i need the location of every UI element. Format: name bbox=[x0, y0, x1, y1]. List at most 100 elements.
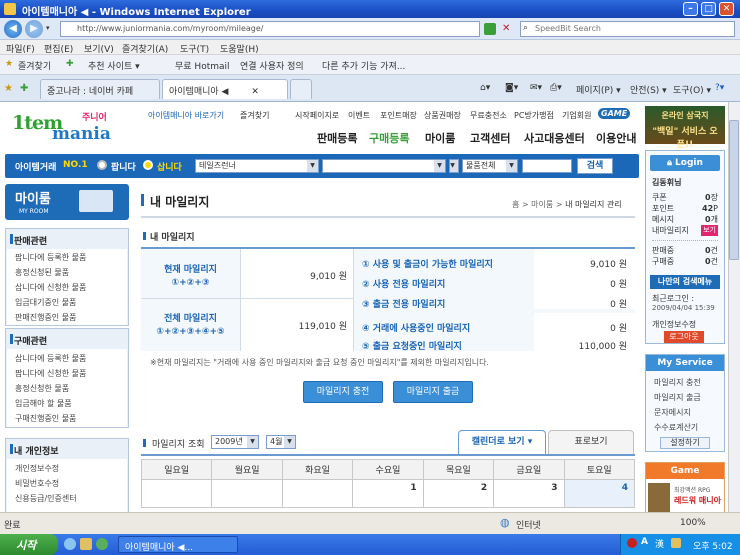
sidebar-item[interactable]: 팝니다에 신청한 물품 bbox=[15, 368, 86, 379]
sidebar-item[interactable]: 비밀번호수정 bbox=[15, 478, 59, 489]
forward-icon[interactable]: ▶ bbox=[25, 20, 43, 38]
folder-quicklaunch-icon[interactable] bbox=[80, 538, 92, 550]
tab-calendar-view[interactable]: 캘린더로 보기 ▾ bbox=[458, 430, 546, 454]
calendar-day[interactable]: 1 bbox=[352, 479, 424, 508]
calendar-day-today[interactable]: 4 bbox=[563, 479, 636, 508]
toplink-giftcard[interactable]: 상품권매장 bbox=[424, 110, 461, 121]
toplink-homepage[interactable]: 시작페이지로 bbox=[295, 110, 339, 121]
add-to-favorites-icon[interactable]: ✚ bbox=[20, 83, 28, 94]
close-tab-icon[interactable]: ✕ bbox=[251, 87, 259, 97]
stat-row[interactable]: 구매중 0건 bbox=[652, 256, 718, 267]
nav-buy-register[interactable]: 구매등록 bbox=[369, 130, 409, 146]
favorites-center-icon[interactable]: ★ bbox=[4, 83, 13, 94]
ie-quicklaunch-icon[interactable] bbox=[64, 538, 76, 550]
service-item[interactable]: 마일리지 충전 bbox=[654, 377, 701, 388]
calendar-day[interactable]: 2 bbox=[422, 479, 495, 508]
sidebar-item[interactable]: 흥정신청한 물품 bbox=[15, 383, 69, 394]
fav-recommended[interactable]: 추천 사이트 ▾ bbox=[88, 59, 140, 72]
new-tab-button[interactable] bbox=[290, 79, 312, 99]
sidebar-item[interactable]: 삽니다에 등록한 물품 bbox=[15, 353, 86, 364]
sidebar-item[interactable]: 구매진행중인 물품 bbox=[15, 413, 76, 424]
clock[interactable]: 오후 5:02 bbox=[693, 539, 733, 552]
sell-radio[interactable] bbox=[97, 160, 107, 170]
promo-banner[interactable]: 온라인 삼국지 "백일" 서비스 오픈!! bbox=[645, 106, 725, 150]
server-select[interactable]: ▼ bbox=[322, 159, 446, 173]
toplink-game[interactable]: GAME bbox=[598, 108, 631, 119]
nav-myroom[interactable]: 마이룸 bbox=[425, 130, 455, 146]
print-icon[interactable]: ⎙▾ bbox=[550, 83, 562, 93]
taskbar-ie-window[interactable]: 아이템매니아 ◀... bbox=[118, 536, 238, 553]
toplink-pcroom[interactable]: PC방가맹점 bbox=[514, 110, 554, 121]
maximize-button[interactable]: □ bbox=[701, 2, 716, 16]
sidebar-item[interactable]: 신용등급/인증센터 bbox=[15, 493, 77, 504]
fav-custom-links[interactable]: 연결 사용자 정의 bbox=[240, 59, 304, 72]
help-icon[interactable]: ?▾ bbox=[715, 83, 724, 93]
page-menu[interactable]: 페이지(P) ▾ bbox=[576, 83, 621, 96]
stat-row[interactable]: 판매중 0건 bbox=[652, 245, 718, 256]
sidebar-item[interactable]: 개인정보수정 bbox=[15, 463, 59, 474]
stat-row[interactable]: 포인트 42P bbox=[652, 203, 718, 214]
stat-row[interactable]: 내마일리지 보기 bbox=[652, 225, 718, 236]
withdraw-mileage-button[interactable]: 마일리지 출금 bbox=[393, 381, 473, 403]
buy-radio[interactable] bbox=[143, 160, 153, 170]
menu-edit[interactable]: 편집(E) bbox=[44, 42, 73, 55]
service-item[interactable]: 마일리지 출금 bbox=[654, 392, 701, 403]
fav-hotmail[interactable]: 무료 Hotmail bbox=[175, 59, 230, 72]
history-dropdown-icon[interactable]: ▾ bbox=[46, 24, 50, 32]
fav-get-addons[interactable]: 다른 추가 기능 가져... bbox=[322, 59, 405, 72]
toplink-free-charge[interactable]: 무료충전소 bbox=[470, 110, 507, 121]
start-button[interactable]: 시작 bbox=[0, 534, 58, 555]
ime-icon[interactable]: A bbox=[641, 537, 648, 547]
minimize-button[interactable]: – bbox=[683, 2, 698, 16]
search-menu-button[interactable]: 나만의 검색메뉴 bbox=[650, 275, 720, 289]
stat-row[interactable]: 메시지 0개 bbox=[652, 214, 718, 225]
stat-row[interactable]: 쿠폰 0장 bbox=[652, 192, 718, 203]
stop-icon[interactable]: ✕ bbox=[502, 23, 510, 34]
settings-button[interactable]: 설정하기 bbox=[660, 437, 710, 449]
tray-speaker-icon[interactable] bbox=[671, 538, 681, 548]
toplink-point[interactable]: 포인트매장 bbox=[380, 110, 417, 121]
game-desc-2[interactable]: 레드워 매니아 bbox=[674, 495, 721, 506]
sidebar-item[interactable]: 흥정신청된 물품 bbox=[15, 267, 69, 278]
search-input[interactable]: SpeedBit Search bbox=[520, 21, 735, 37]
toplink-bookmark[interactable]: 즐겨찾기 bbox=[240, 110, 269, 121]
tray-app-icon[interactable] bbox=[627, 538, 637, 548]
menu-tools[interactable]: 도구(T) bbox=[180, 42, 209, 55]
go-icon[interactable] bbox=[484, 23, 496, 35]
nav-incident-center[interactable]: 사고대응센터 bbox=[524, 130, 585, 146]
month-select[interactable]: 4월 ▼ bbox=[266, 435, 296, 449]
sidebar-item[interactable]: 판매진행중인 물품 bbox=[15, 312, 76, 323]
view-mileage-button[interactable]: 보기 bbox=[701, 225, 718, 236]
game-select[interactable]: 테일즈런너 ▼ bbox=[195, 159, 319, 173]
mail-icon[interactable]: ✉▾ bbox=[530, 83, 542, 93]
feeds-icon[interactable]: ◙▾ bbox=[505, 83, 518, 93]
category-select[interactable]: 물품전체 ▼ bbox=[462, 159, 518, 173]
toplink-main[interactable]: 아이템매니아 바로가기 bbox=[148, 110, 224, 121]
nav-guide[interactable]: 이용안내 bbox=[596, 130, 636, 146]
breadcrumb-item[interactable]: 홈 bbox=[512, 200, 519, 209]
favorites-button[interactable]: 즐겨찾기 bbox=[18, 59, 51, 72]
media-quicklaunch-icon[interactable] bbox=[96, 538, 108, 550]
menu-favorites[interactable]: 즐겨찾기(A) bbox=[122, 42, 168, 55]
toplink-business[interactable]: 기업회원 bbox=[562, 110, 591, 121]
service-item[interactable]: 문자메시지 bbox=[654, 407, 691, 418]
menu-file[interactable]: 파일(F) bbox=[6, 42, 35, 55]
home-icon[interactable]: ⌂▾ bbox=[480, 83, 490, 93]
site-logo[interactable]: 1tem mania 주니어 bbox=[12, 108, 122, 144]
tab-table-view[interactable]: 표로보기 bbox=[548, 430, 634, 454]
sidebar-item[interactable]: 팝니다에 등록한 물품 bbox=[15, 252, 86, 263]
close-button[interactable]: ✕ bbox=[719, 2, 734, 16]
menu-view[interactable]: 보기(V) bbox=[84, 42, 114, 55]
personal-info-link[interactable]: 개인정보수정 bbox=[652, 319, 696, 330]
login-button[interactable]: 🔒︎ Login bbox=[650, 155, 720, 171]
tools-menu[interactable]: 도구(O) ▾ bbox=[673, 83, 711, 96]
zoom-level[interactable]: 100% bbox=[680, 518, 706, 528]
tab-itemmania[interactable]: 아이템매니아 ◀ ✕ bbox=[162, 79, 288, 99]
safety-menu[interactable]: 안전(S) ▾ bbox=[630, 83, 667, 96]
sidebar-item[interactable]: 입금해야 할 물품 bbox=[15, 398, 72, 409]
search-button[interactable]: 검색 bbox=[577, 158, 613, 174]
service-item[interactable]: 수수료계산기 bbox=[654, 422, 698, 433]
back-icon[interactable]: ◀ bbox=[4, 20, 22, 38]
sidebar-item[interactable]: 삽니다에 신청한 물품 bbox=[15, 282, 86, 293]
sidebar-item[interactable]: 입금대기중인 물품 bbox=[15, 297, 76, 308]
